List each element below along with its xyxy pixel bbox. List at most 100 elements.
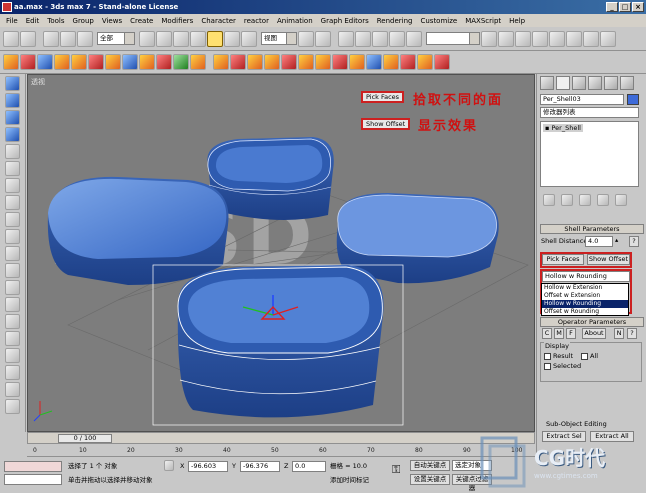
shell-object-front-selected[interactable] xyxy=(152,264,404,426)
dropdown-option-selected[interactable]: Hollow w Rounding xyxy=(542,300,628,308)
window-crossing-icon[interactable] xyxy=(190,30,206,47)
select-object-icon[interactable] xyxy=(139,30,155,47)
menu-edit[interactable]: Edit xyxy=(22,17,44,25)
reactor-water-icon[interactable] xyxy=(122,54,138,70)
create-cone-icon[interactable] xyxy=(5,127,20,142)
create-helper-icon[interactable] xyxy=(5,246,20,261)
reactor-car-wheel-icon[interactable] xyxy=(298,54,314,70)
bend-icon[interactable] xyxy=(5,331,20,346)
maxscript-listener[interactable] xyxy=(4,461,62,472)
reactor-point-icon[interactable] xyxy=(264,54,280,70)
reference-coord-dropdown[interactable]: 视图 xyxy=(261,32,297,45)
reactor-hinge-icon[interactable] xyxy=(156,54,172,70)
pick-faces-button[interactable]: Pick Faces xyxy=(542,254,584,265)
shell-mode-dropdown[interactable]: Hollow w Rounding xyxy=(542,271,630,282)
z-coordinate-field[interactable]: 0.0 xyxy=(292,461,326,472)
track-bar[interactable]: 0 10 20 30 40 50 60 70 80 90 100 xyxy=(27,444,535,457)
perspective-viewport[interactable]: 透视 HXSD xyxy=(27,74,535,432)
time-slider-thumb[interactable]: 0 / 100 xyxy=(58,434,112,443)
pivot-center-icon[interactable] xyxy=(298,30,314,47)
create-sphere-icon[interactable] xyxy=(5,110,20,125)
reactor-create-animation-icon[interactable] xyxy=(400,54,416,70)
minimize-button[interactable]: _ xyxy=(606,2,618,12)
material-editor-icon[interactable] xyxy=(566,30,582,47)
undo-icon[interactable] xyxy=(3,30,19,47)
menu-views[interactable]: Views xyxy=(98,17,126,25)
create-teapot-icon[interactable] xyxy=(5,161,20,176)
menu-customize[interactable]: Customize xyxy=(416,17,461,25)
operator-c-button[interactable]: C xyxy=(542,328,552,339)
schematic-view-icon[interactable] xyxy=(549,30,565,47)
menu-reactor[interactable]: reactor xyxy=(240,17,273,25)
create-plane-icon[interactable] xyxy=(5,144,20,159)
maxscript-listener-2[interactable] xyxy=(4,474,62,485)
snap-toggle-icon[interactable] xyxy=(338,30,354,47)
subobject-editing-rollout[interactable]: Sub-Object Editing xyxy=(540,420,644,430)
mirror-icon[interactable] xyxy=(481,30,497,47)
object-color-swatch[interactable] xyxy=(627,94,639,105)
dropdown-option[interactable]: Offset w Extension xyxy=(542,292,628,300)
lathe-icon[interactable] xyxy=(5,314,20,329)
redo-icon[interactable] xyxy=(20,30,36,47)
auto-key-button[interactable]: 自动关键点 xyxy=(410,460,450,471)
pin-stack-icon[interactable] xyxy=(543,194,555,206)
operator-n-button[interactable]: N xyxy=(614,328,624,339)
create-box-icon[interactable] xyxy=(5,76,20,91)
modify-tab-icon[interactable] xyxy=(556,76,570,90)
reactor-prismatic-icon[interactable] xyxy=(281,54,297,70)
noise-icon[interactable] xyxy=(5,382,20,397)
reactor-properties-icon[interactable] xyxy=(434,54,450,70)
menu-modifiers[interactable]: Modifiers xyxy=(157,17,197,25)
reactor-toy-car-icon[interactable] xyxy=(190,54,206,70)
unlink-icon[interactable] xyxy=(60,30,76,47)
object-name-field[interactable]: Per_Shell03 xyxy=(540,94,624,105)
help-button[interactable]: ? xyxy=(629,236,639,247)
select-by-name-icon[interactable] xyxy=(156,30,172,47)
reactor-fixed-icon[interactable] xyxy=(332,54,348,70)
operator-help-button[interactable]: ? xyxy=(627,328,637,339)
reactor-preview-icon[interactable] xyxy=(383,54,399,70)
reactor-plane-icon[interactable] xyxy=(88,54,104,70)
taper-icon[interactable] xyxy=(5,348,20,363)
reactor-analyze-icon[interactable] xyxy=(366,54,382,70)
reactor-motor-icon[interactable] xyxy=(230,54,246,70)
bind-space-warp-icon[interactable] xyxy=(77,30,93,47)
add-time-tag[interactable]: 添加时间标记 xyxy=(330,476,369,485)
select-manipulate-icon[interactable] xyxy=(315,30,331,47)
remove-modifier-icon[interactable] xyxy=(597,194,609,206)
reactor-deforming-mesh-icon[interactable] xyxy=(71,54,87,70)
reactor-rigid-body-icon[interactable] xyxy=(3,54,19,70)
shell-object-left[interactable] xyxy=(47,176,229,285)
time-slider[interactable]: 0 / 100 xyxy=(27,432,535,444)
percent-snap-icon[interactable] xyxy=(372,30,388,47)
angle-snap-icon[interactable] xyxy=(355,30,371,47)
align-icon[interactable] xyxy=(498,30,514,47)
dropdown-option[interactable]: Offset w Rounding xyxy=(542,308,628,316)
operator-m-button[interactable]: M xyxy=(554,328,564,339)
maximize-button[interactable]: □ xyxy=(619,2,631,12)
operator-parameters-rollout[interactable]: Operator Parameters xyxy=(540,317,644,327)
reactor-cloth-icon[interactable] xyxy=(20,54,36,70)
display-tab-icon[interactable] xyxy=(604,76,618,90)
reactor-angular-icon[interactable] xyxy=(349,54,365,70)
utilities-tab-icon[interactable] xyxy=(620,76,634,90)
checkbox-icon[interactable] xyxy=(544,362,551,370)
create-cylinder-icon[interactable] xyxy=(5,93,20,108)
set-key-button[interactable]: 设置关键点 xyxy=(410,474,450,485)
reactor-convex-icon[interactable] xyxy=(417,54,433,70)
y-coordinate-field[interactable]: -96.376 xyxy=(240,461,280,472)
stack-item[interactable]: ▪ Per_Shell xyxy=(543,124,583,132)
shell-parameters-rollout[interactable]: Shell Parameters xyxy=(540,224,644,234)
create-tab-icon[interactable] xyxy=(540,76,554,90)
create-circle-icon[interactable] xyxy=(5,195,20,210)
create-camera-icon[interactable] xyxy=(5,229,20,244)
about-button[interactable]: About xyxy=(582,328,606,339)
menu-animation[interactable]: Animation xyxy=(273,17,317,25)
operator-f-button[interactable]: F xyxy=(566,328,576,339)
modifier-stack[interactable]: ▪ Per_Shell xyxy=(540,121,639,187)
quick-render-icon[interactable] xyxy=(600,30,616,47)
create-line-icon[interactable] xyxy=(5,178,20,193)
lock-selection-icon[interactable] xyxy=(164,460,174,471)
close-button[interactable]: × xyxy=(632,2,644,12)
select-move-icon[interactable] xyxy=(207,30,223,47)
